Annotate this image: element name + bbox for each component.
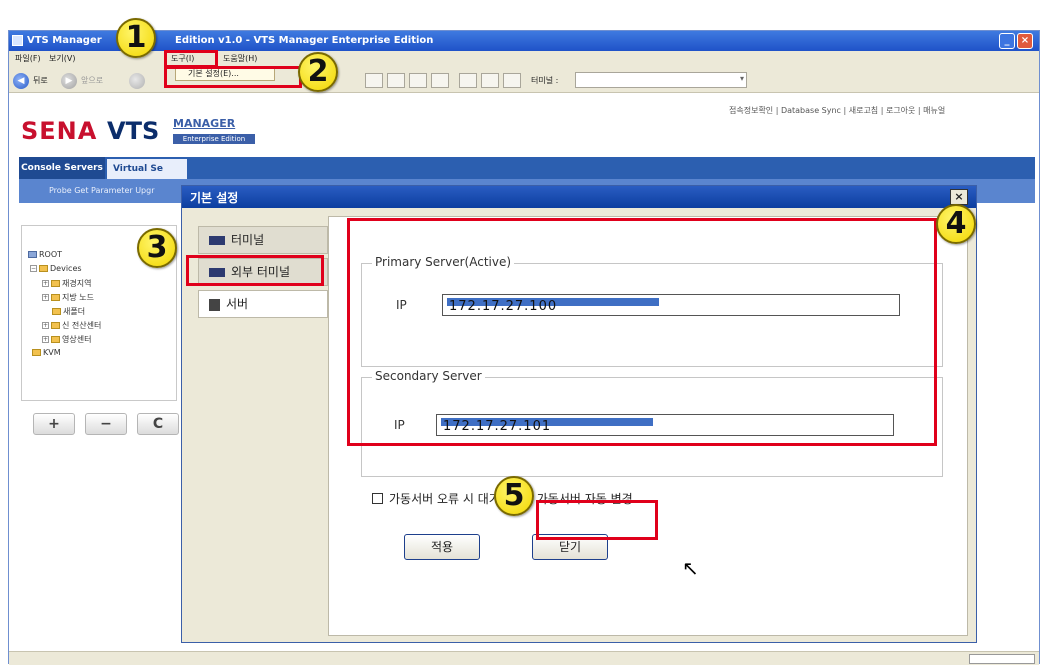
tree-item-label: 지방 노드 — [62, 293, 94, 302]
edit-icon[interactable] — [459, 73, 477, 88]
monitor-icon[interactable] — [481, 73, 499, 88]
terminal-label: 터미널 : — [531, 76, 559, 85]
apply-button[interactable]: 적용 — [404, 534, 480, 560]
logo-vts: VTS — [107, 117, 160, 145]
window-title-suffix: Edition v1.0 - VTS Manager Enterprise Ed… — [175, 35, 434, 46]
folder-icon — [32, 349, 41, 356]
app-icon — [12, 35, 23, 46]
server-icon — [209, 298, 220, 311]
tree-item[interactable]: + 영상센터 — [42, 334, 91, 345]
list-icon[interactable] — [503, 73, 521, 88]
step-badge-3: 3 — [137, 228, 177, 268]
refresh-icon[interactable] — [129, 73, 145, 89]
status-field — [969, 654, 1035, 664]
remove-node-button[interactable]: − — [85, 413, 127, 435]
tree-item[interactable]: + 지방 노드 — [42, 292, 94, 303]
tree-item[interactable]: + 신 전산센터 — [42, 320, 101, 331]
tab-server[interactable]: 서버 — [198, 290, 328, 318]
folder-icon — [51, 322, 60, 329]
root-icon — [28, 251, 37, 258]
add-node-button[interactable]: + — [33, 413, 75, 435]
back-arrow-icon[interactable]: ◀ — [13, 73, 29, 89]
dialog-title-bar: 기본 설정 × — [182, 186, 976, 208]
tree-root[interactable]: ROOT — [28, 250, 62, 259]
folder-icon — [52, 308, 61, 315]
menu-file[interactable]: 파일(F) — [15, 53, 41, 64]
tab-terminal-label: 터미널 — [231, 233, 265, 247]
tree-item-label: 신 전산센터 — [62, 321, 102, 330]
tree-devices-label: Devices — [50, 264, 82, 273]
step-badge-5: 5 — [494, 476, 534, 516]
server-list-icon[interactable] — [387, 73, 405, 88]
highlight-server-ips — [347, 218, 937, 446]
dialog-close-button[interactable]: × — [950, 189, 968, 205]
tree-item-label: 영상센터 — [62, 335, 92, 344]
highlight-apply-button — [536, 500, 658, 540]
highlight-server-tab — [186, 255, 324, 286]
folder-icon — [51, 280, 60, 287]
menu-help[interactable]: 도움말(H) — [223, 53, 257, 64]
tab-console-servers[interactable]: Console Servers — [19, 157, 105, 179]
window-title: VTS Manager — [27, 35, 102, 46]
logo-sena: SENA — [21, 117, 98, 145]
grid-icon[interactable] — [409, 73, 427, 88]
expand-icon[interactable]: + — [42, 322, 49, 329]
chevron-down-icon: ▾ — [739, 74, 744, 83]
terminal-icon — [209, 236, 225, 245]
tree-item-label: 새폴더 — [63, 307, 86, 316]
step-badge-1: 1 — [116, 18, 156, 58]
tree-item[interactable]: 새폴더 — [52, 306, 85, 317]
collapse-icon[interactable]: − — [30, 265, 37, 272]
auto-switch-checkbox[interactable] — [372, 493, 383, 504]
dialog-title: 기본 설정 — [190, 191, 239, 205]
folder-icon — [51, 294, 60, 301]
logo-edition: Enterprise Edition — [173, 134, 255, 144]
title-bar: VTS Manager Edition v1.0 - VTS Manager E… — [9, 31, 1039, 51]
console-icon[interactable] — [365, 73, 383, 88]
tab-terminal[interactable]: 터미널 — [198, 226, 328, 254]
tab-virtual-servers[interactable]: Virtual Se — [107, 159, 187, 179]
mouse-cursor-icon: ↖ — [682, 556, 699, 580]
tree-item[interactable]: + 재경지역 — [42, 278, 91, 289]
refresh-tree-button[interactable]: C — [137, 413, 179, 435]
tree-kvm-label: KVM — [43, 348, 61, 357]
tab-server-label: 서버 — [226, 297, 249, 311]
folder-icon — [51, 336, 60, 343]
expand-icon[interactable]: + — [42, 336, 49, 343]
nav-tabs: Console Servers Virtual Se — [19, 157, 1035, 179]
minimize-button[interactable]: _ — [999, 33, 1015, 49]
step-badge-4: 4 — [936, 204, 976, 244]
folder-icon — [39, 265, 48, 272]
tree-item-label: 재경지역 — [62, 279, 92, 288]
logo-manager: MANAGER — [173, 117, 236, 130]
forward-arrow-icon[interactable]: ▶ — [61, 73, 77, 89]
tree-kvm[interactable]: KVM — [32, 348, 61, 357]
highlight-basic-settings — [164, 66, 302, 88]
status-bar — [9, 651, 1039, 665]
menu-view[interactable]: 보기(V) — [49, 53, 75, 64]
expand-icon[interactable]: + — [42, 294, 49, 301]
step-badge-2: 2 — [298, 52, 338, 92]
window-icon[interactable] — [431, 73, 449, 88]
tree-devices[interactable]: − Devices — [30, 264, 82, 273]
terminal-select[interactable]: ▾ — [575, 72, 747, 88]
tree-root-label: ROOT — [39, 250, 63, 259]
expand-icon[interactable]: + — [42, 280, 49, 287]
forward-button[interactable]: 앞으로 — [81, 75, 103, 86]
top-links[interactable]: 접속정보확인 | Database Sync | 새로고침 | 로그아웃 | 매… — [729, 105, 945, 116]
window-close-button[interactable]: × — [1017, 33, 1033, 49]
back-button[interactable]: 뒤로 — [33, 75, 48, 86]
